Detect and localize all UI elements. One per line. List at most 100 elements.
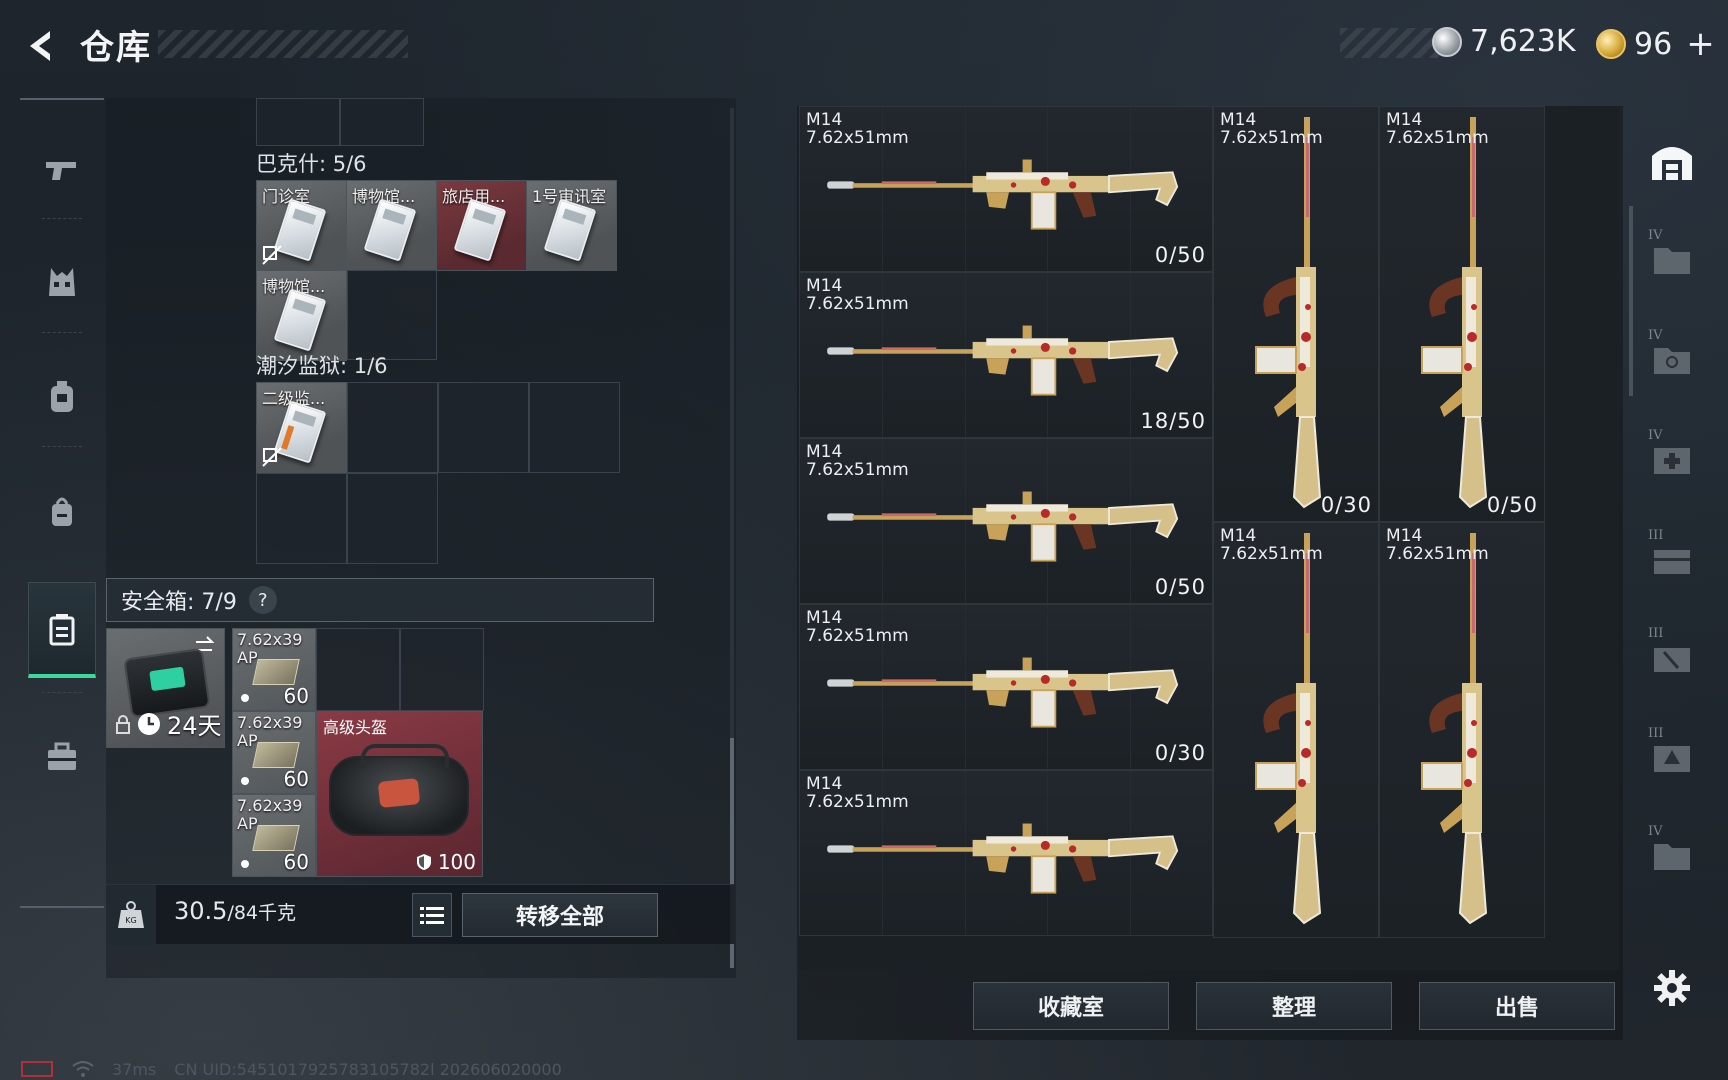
safe-box-header: 安全箱: 7/9 ? xyxy=(106,578,654,622)
ammo-box-icon xyxy=(252,825,300,851)
weapon-model: M14 xyxy=(806,608,843,628)
shield-icon xyxy=(416,854,431,870)
weapon-ammo-count: 0/50 xyxy=(1486,493,1538,517)
weapon-name: M14 7.62x51mm xyxy=(806,609,909,645)
key-slot[interactable]: 1号审讯室 xyxy=(526,180,617,271)
m14-rifle-icon xyxy=(827,823,1179,894)
weapon-scrollbar[interactable] xyxy=(1629,206,1633,396)
ammo-marker xyxy=(241,777,249,785)
weapon-card[interactable]: M14 7.62x51mm 0/50 xyxy=(799,438,1213,604)
nav-backpack[interactable] xyxy=(28,348,96,444)
m14-rifle-icon xyxy=(827,491,1179,562)
sell-button[interactable]: 出售 xyxy=(1419,982,1615,1030)
left-category-nav xyxy=(20,98,104,908)
weapon-card[interactable]: M14 7.62x51mm xyxy=(799,770,1213,936)
empty-slot[interactable] xyxy=(347,473,438,564)
key-slot[interactable]: 博物馆... xyxy=(346,180,437,271)
ammo-slot[interactable]: 7.62x39 AP 60 xyxy=(232,628,316,711)
nav-bag[interactable] xyxy=(28,462,96,558)
filter-tier-iv-2[interactable]: IV xyxy=(1642,328,1702,388)
weapon-card[interactable]: M14 7.62x51mm 0/50 xyxy=(799,106,1213,272)
key-slot[interactable]: 门诊室 xyxy=(256,180,347,271)
weapon-card[interactable]: M14 7.62x51mm 0/30 xyxy=(799,604,1213,770)
empty-slot[interactable] xyxy=(256,98,340,146)
settings-button[interactable] xyxy=(1642,958,1702,1018)
safe-case-item[interactable]: 24天 xyxy=(106,628,225,748)
weapon-card[interactable]: M14 7.62x51mm 0/30 xyxy=(1213,106,1379,522)
weapon-card[interactable]: M14 7.62x51mm xyxy=(1213,522,1379,938)
helmet-slot[interactable]: 高级头盔 100 xyxy=(316,711,483,877)
nav-weapons[interactable] xyxy=(28,122,96,218)
currency-decoration xyxy=(1340,28,1440,58)
collection-room-button[interactable]: 收藏室 xyxy=(973,982,1169,1030)
empty-slot[interactable] xyxy=(400,628,484,711)
weapon-card[interactable]: M14 7.62x51mm xyxy=(1379,522,1545,938)
top-bar: 仓库 7,623K 96 + xyxy=(0,0,1728,92)
weight-value: 30.5 xyxy=(174,897,228,925)
m14-rifle-icon xyxy=(827,159,1179,230)
folder-icon xyxy=(1654,248,1690,274)
tier-label: IV xyxy=(1648,328,1663,343)
transfer-all-button[interactable]: 转移全部 xyxy=(462,893,658,937)
safe-box-label: 安全箱: 7/9 xyxy=(121,590,237,615)
ping-text: 37ms xyxy=(112,1059,157,1079)
back-arrow-icon[interactable] xyxy=(20,26,60,66)
empty-slot[interactable] xyxy=(529,382,620,473)
weapon-caliber: 7.62x51mm xyxy=(1220,544,1323,564)
weapon-model: M14 xyxy=(1386,526,1423,546)
weapon-card[interactable]: M14 7.62x51mm 0/50 xyxy=(1379,106,1545,522)
empty-slot[interactable] xyxy=(347,382,438,473)
filter-tier-iv-3[interactable]: IV xyxy=(1642,428,1702,488)
gold-coin-icon xyxy=(1596,29,1626,59)
nav-safe-case[interactable] xyxy=(28,582,96,678)
weapon-caliber: 7.62x51mm xyxy=(806,460,909,480)
weapon-name: M14 7.62x51mm xyxy=(806,111,909,147)
empty-slot[interactable] xyxy=(347,270,437,360)
ammo-slot[interactable]: 7.62x39 AP 60 xyxy=(232,711,316,794)
filter-tier-iv-1[interactable]: IV xyxy=(1642,228,1702,288)
stash-scrollbar[interactable] xyxy=(730,108,734,968)
filter-tier-iv-4[interactable]: IV xyxy=(1642,824,1702,884)
tier-label: IV xyxy=(1648,428,1663,443)
key-slot[interactable]: 二级监... xyxy=(256,382,347,473)
nav-separator xyxy=(42,446,82,447)
filter-tier-iii-2[interactable]: III xyxy=(1642,626,1702,686)
weapon-name: M14 7.62x51mm xyxy=(1220,111,1323,147)
valuables-icon xyxy=(1654,746,1690,772)
gear-icon xyxy=(1654,970,1690,1006)
stash-panel: 巴克什: 5/6 门诊室 博物馆... 旅店用... 1号审讯室 博物馆... … xyxy=(106,98,736,978)
key-slot[interactable]: 博物馆... xyxy=(256,270,347,361)
help-button[interactable]: ? xyxy=(248,586,277,614)
keycard-icon xyxy=(273,288,327,352)
weapon-card[interactable]: M14 7.62x51mm 18/50 xyxy=(799,272,1213,438)
weapon-caliber: 7.62x51mm xyxy=(806,626,909,646)
empty-slot[interactable] xyxy=(340,98,424,146)
m14-rifle-icon xyxy=(827,325,1179,396)
empty-slot[interactable] xyxy=(438,382,529,473)
empty-slot[interactable] xyxy=(256,473,347,564)
organize-button[interactable]: 整理 xyxy=(1196,982,1392,1030)
filter-tier-iii-3[interactable]: III xyxy=(1642,726,1702,786)
weapon-model: M14 xyxy=(806,276,843,296)
key-slot[interactable]: 旅店用... xyxy=(436,180,527,271)
ammo-slot[interactable]: 7.62x39 AP 60 xyxy=(232,794,316,877)
list-icon xyxy=(420,907,444,924)
weapon-ammo-count: 0/30 xyxy=(1320,493,1372,517)
nav-armor[interactable] xyxy=(28,234,96,330)
nav-toolbox[interactable] xyxy=(28,708,96,804)
right-filter-nav: IV IV IV III III III IV xyxy=(1636,98,1708,1028)
weapon-model: M14 xyxy=(806,110,843,130)
weight-capacity: /84千克 xyxy=(227,902,297,924)
add-currency-button[interactable]: + xyxy=(1686,24,1715,64)
archive-icon xyxy=(1654,844,1690,870)
safe-case-icon xyxy=(49,613,75,645)
weapon-model: M14 xyxy=(806,442,843,462)
empty-slot[interactable] xyxy=(316,628,400,711)
device-icon xyxy=(21,1061,53,1077)
silver-coin-icon xyxy=(1432,26,1462,57)
nav-separator xyxy=(42,692,82,693)
m14-rifle-icon xyxy=(1255,533,1322,925)
list-view-button[interactable] xyxy=(412,893,452,937)
filter-tier-iii-1[interactable]: III xyxy=(1642,528,1702,588)
filter-all[interactable] xyxy=(1642,130,1702,190)
